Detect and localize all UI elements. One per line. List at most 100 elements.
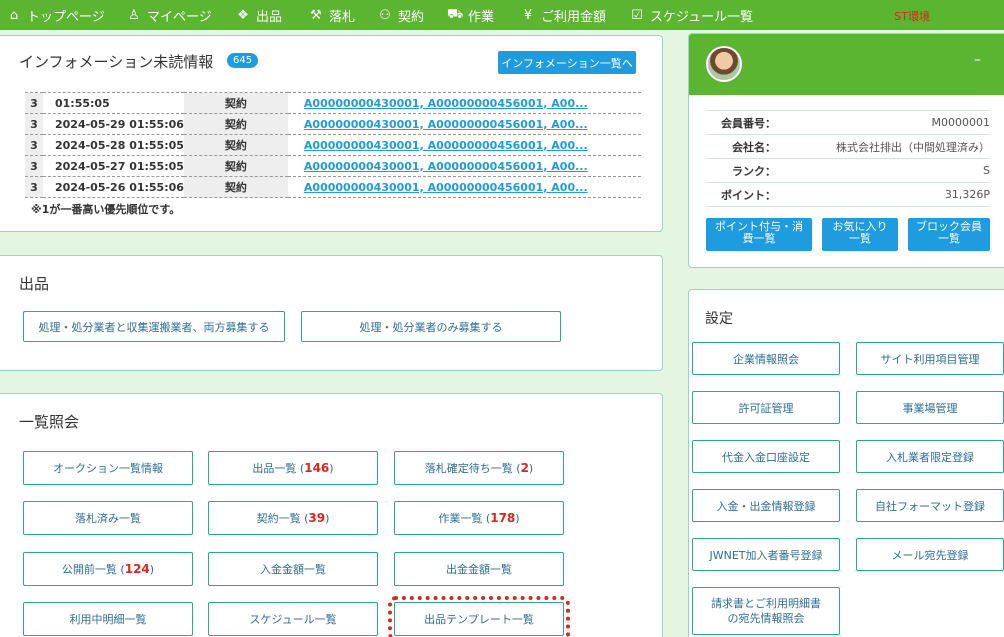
listing-title: 出品	[19, 275, 50, 293]
table-row: 3 2024-05-28 01:55:05 契約 A00000000430001…	[25, 134, 641, 156]
nav-my-page[interactable]: ♙ マイページ	[126, 0, 212, 30]
nav-label: 落札	[329, 9, 356, 25]
minimize-icon[interactable]: –	[974, 52, 981, 68]
boxes-icon: ❖	[237, 7, 249, 23]
recruit-processor-only-button[interactable]: 処理・処分業者のみ募集する	[301, 311, 561, 342]
nav-listing[interactable]: ❖ 出品	[235, 0, 282, 30]
info-link[interactable]: A00000000430001, A00000000456001, A00...	[304, 118, 588, 131]
jwnet-register-button[interactable]: JWNET加入者番号登録	[692, 538, 840, 571]
usage-detail-list-button[interactable]: 利用中明細一覧	[23, 602, 193, 636]
points-value: 31,326P	[776, 182, 990, 207]
bank-account-button[interactable]: 代金入金口座設定	[692, 440, 840, 473]
nav-contract[interactable]: ⚇ 契約	[377, 0, 424, 30]
nav-bid-won[interactable]: ⚒ 落札	[308, 0, 355, 30]
listing-template-list-button[interactable]: 出品テンプレート一覧	[388, 596, 570, 637]
contract-count: 39	[308, 511, 326, 525]
unread-count-badge: 645	[227, 53, 259, 68]
button-label-close: )	[329, 461, 334, 475]
won-list-button[interactable]: 落札済み一覧	[23, 501, 193, 535]
prepublish-list-button[interactable]: 公開前一覧 (124)	[23, 552, 193, 586]
table-row: 3 2024-05-29 01:55:06 契約 A00000000430001…	[25, 113, 641, 135]
rank-label: ランク：	[706, 158, 776, 183]
information-list-button[interactable]: インフォメーション一覧へ	[498, 51, 636, 74]
rank-value: S	[776, 158, 990, 183]
permit-management-button[interactable]: 許可証管理	[692, 391, 840, 424]
info-link[interactable]: A00000000430001, A00000000456001, A00...	[304, 97, 588, 110]
info-table: 3 01:55:05 契約 A00000000430001, A00000000…	[25, 92, 641, 198]
mail-register-button[interactable]: メール宛先登録	[856, 538, 1004, 571]
type-cell: 契約	[183, 155, 288, 177]
company-name-value: 株式会社排出（中間処理済み）	[776, 134, 990, 159]
info-link[interactable]: A00000000430001, A00000000456001, A00...	[304, 181, 588, 194]
deposit-amount-list-button[interactable]: 入金金額一覧	[208, 552, 378, 586]
points-label: ポイント：	[706, 182, 776, 207]
nav-usage-amount[interactable]: ¥ ご利用金額	[520, 0, 606, 30]
type-cell: 契約	[183, 113, 288, 135]
format-register-button[interactable]: 自社フォーマット登録	[856, 489, 1004, 522]
nav-schedule[interactable]: ☑ スケジュール一覧	[629, 0, 753, 30]
priority-cell: 3	[25, 155, 43, 177]
nav-label: ご利用金額	[541, 9, 607, 25]
nav-label: トップページ	[27, 9, 105, 25]
pending-award-list-button[interactable]: 落札確定待ち一覧 (2)	[394, 451, 564, 485]
bidder-limit-button[interactable]: 入札業者限定登録	[856, 440, 1004, 473]
table-row: 3 01:55:05 契約 A00000000430001, A00000000…	[25, 92, 641, 114]
company-info-button[interactable]: 企業情報照会	[692, 342, 840, 375]
priority-note: ※1が一番高い優先順位です。	[31, 203, 181, 216]
info-link[interactable]: A00000000430001, A00000000456001, A00...	[304, 139, 588, 152]
member-number-value: M0000001	[776, 110, 990, 135]
type-cell: 契約	[183, 134, 288, 156]
pending-count: 2	[520, 461, 529, 475]
nav-work[interactable]: ⛟ 作業	[447, 0, 494, 30]
date-cell: 2024-05-26 01:55:06	[43, 176, 184, 198]
nav-label: 契約	[398, 9, 425, 25]
member-number-label: 会員番号：	[706, 110, 776, 135]
environment-label: ST環境	[894, 10, 930, 23]
button-label: 契約一覧 (	[256, 512, 309, 525]
date-cell: 2024-05-28 01:55:05	[43, 134, 184, 156]
table-row: 会員番号： M0000001	[706, 110, 990, 135]
table-row: ポイント： 31,326P	[706, 182, 990, 207]
site-management-button[interactable]: 事業場管理	[856, 391, 1004, 424]
home-icon: ⌂	[9, 7, 19, 23]
site-items-button[interactable]: サイト利用項目管理	[856, 342, 1004, 375]
listing-count: 146	[304, 461, 330, 475]
priority-cell: 3	[25, 176, 43, 198]
priority-cell: 3	[25, 92, 43, 114]
table-row: 3 2024-05-26 01:55:06 契約 A00000000430001…	[25, 176, 641, 198]
avatar	[706, 46, 742, 82]
type-cell: 契約	[183, 176, 288, 198]
table-row: 会社名： 株式会社排出（中間処理済み）	[706, 134, 990, 159]
contract-list-button[interactable]: 契約一覧 (39)	[208, 501, 378, 535]
listing-list-button[interactable]: 出品一覧 (146)	[208, 451, 378, 485]
io-register-button[interactable]: 入金・出金情報登録	[692, 489, 840, 522]
button-label-close: )	[325, 511, 330, 525]
schedule-list-button[interactable]: スケジュール一覧	[208, 602, 378, 636]
listing-panel: 出品 処理・処分業者と収集運搬業者、両方募集する 処理・処分業者のみ募集する	[0, 255, 663, 371]
invoice-address-button[interactable]: 請求書とご利用明細書 の宛先情報照会	[692, 587, 840, 635]
yen-icon: ¥	[523, 7, 533, 23]
info-link[interactable]: A00000000430001, A00000000456001, A00...	[304, 160, 588, 173]
nav-top-page[interactable]: ⌂ トップページ	[6, 0, 105, 30]
nav-label: マイページ	[147, 9, 212, 25]
work-count: 178	[490, 511, 516, 525]
information-panel: インフォメーション未読情報 645 インフォメーション一覧へ 3 01:55:0…	[0, 35, 663, 232]
favorites-list-button[interactable]: お気に入り 一覧	[822, 218, 898, 251]
button-label: 出品一覧 (	[252, 462, 305, 475]
points-history-button[interactable]: ポイント付与・消 費一覧	[706, 218, 812, 251]
member-info-table: 会員番号： M0000001 会社名： 株式会社排出（中間処理済み） ランク： S ポ…	[706, 110, 990, 207]
nav-label: スケジュール一覧	[650, 9, 754, 25]
button-label: 落札確定待ち一覧 (	[424, 462, 521, 475]
nav-label: 作業	[468, 9, 495, 25]
info-title: インフォメーション未読情報	[19, 53, 214, 71]
blocked-members-button[interactable]: ブロック会員 一覧	[908, 218, 990, 251]
button-label: 公開前一覧 (	[61, 563, 125, 576]
work-list-button[interactable]: 作業一覧 (178)	[394, 501, 564, 535]
gavel-icon: ⚒	[310, 7, 322, 23]
recruit-both-button[interactable]: 処理・処分業者と収集運搬業者、両方募集する	[23, 311, 285, 342]
calendar-check-icon: ☑	[631, 7, 643, 23]
prepublish-count: 124	[124, 562, 150, 576]
settings-title: 設定	[705, 311, 733, 327]
auction-list-button[interactable]: オークション一覧情報	[23, 451, 193, 485]
payout-amount-list-button[interactable]: 出金金額一覧	[394, 552, 564, 586]
